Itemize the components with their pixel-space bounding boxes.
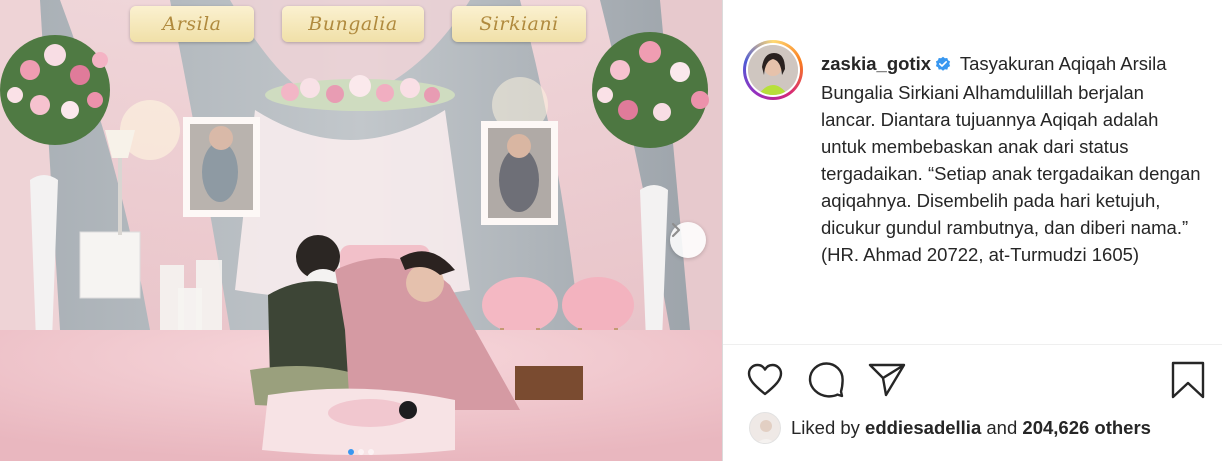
- post-photo[interactable]: Arsila Bungalia Sirkiani: [0, 0, 722, 461]
- comment-button[interactable]: [806, 360, 846, 400]
- section-divider: [723, 344, 1222, 345]
- carousel-dot: [358, 449, 364, 455]
- save-button[interactable]: [1168, 360, 1208, 400]
- photo-scene: [0, 0, 722, 461]
- liker-username[interactable]: eddiesadellia: [865, 417, 981, 439]
- banner-bungalia: Bungalia: [282, 6, 424, 42]
- caption-body: Tasyakuran Aqiqah Arsila Bungalia Sirkia…: [821, 53, 1201, 265]
- likes-summary: Liked by eddiesadellia and 204,626 other…: [749, 412, 1151, 444]
- next-photo-button[interactable]: [670, 222, 706, 258]
- banner-text: Sirkiani: [479, 13, 559, 35]
- banner-arsila: Arsila: [130, 6, 254, 42]
- share-button[interactable]: [867, 360, 907, 400]
- action-bar: [745, 360, 1205, 400]
- carousel-dot: [368, 449, 374, 455]
- banner-sirkiani: Sirkiani: [452, 6, 586, 42]
- liker-avatar[interactable]: [749, 412, 781, 444]
- carousel-dot: [348, 449, 354, 455]
- like-button[interactable]: [745, 360, 785, 400]
- chevron-right-icon: [671, 222, 681, 238]
- comment-icon: [808, 362, 844, 398]
- liked-by-and: and: [986, 417, 1018, 438]
- send-icon: [868, 363, 906, 397]
- liked-by-prefix: Liked by: [791, 417, 860, 438]
- post-caption: zaskia_gotix Tasyakuran Aqiqah Arsila Bu…: [743, 40, 1213, 268]
- verified-badge-icon: [935, 52, 951, 79]
- bookmark-icon: [1171, 361, 1205, 399]
- carousel-dots: [0, 449, 722, 455]
- username-link[interactable]: zaskia_gotix: [821, 53, 931, 74]
- avatar[interactable]: [743, 40, 803, 100]
- caption-text: zaskia_gotix Tasyakuran Aqiqah Arsila Bu…: [821, 50, 1201, 268]
- heart-icon: [747, 363, 783, 396]
- likes-count[interactable]: 204,626 others: [1022, 417, 1151, 439]
- banner-text: Bungalia: [308, 13, 398, 35]
- avatar-image: [748, 45, 798, 95]
- banner-text: Arsila: [162, 13, 222, 35]
- post-side-panel: zaskia_gotix Tasyakuran Aqiqah Arsila Bu…: [723, 0, 1222, 461]
